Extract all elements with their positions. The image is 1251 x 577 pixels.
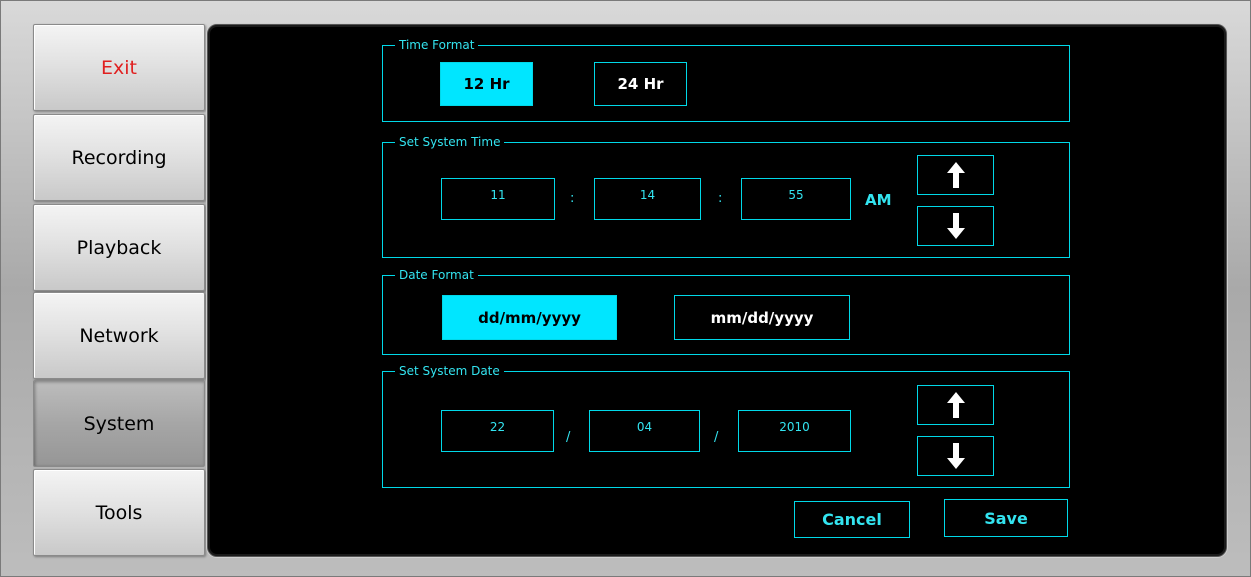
day-value: 22 [489, 420, 506, 434]
date-format-title: Date Format [382, 267, 478, 283]
arrow-up-icon [946, 162, 965, 188]
hour-value: 11 [490, 188, 506, 202]
sidebar-item-label: Exit [101, 56, 137, 79]
arrow-down-icon [946, 213, 965, 239]
time-format-12hr-option[interactable]: 12 Hr [440, 62, 533, 106]
arrow-up-icon [946, 392, 965, 418]
hour-field[interactable]: 11 [441, 178, 555, 220]
am-pm-indicator[interactable]: AM [865, 191, 892, 209]
sidebar-item-system[interactable]: System [33, 380, 205, 467]
sidebar-item-exit[interactable]: Exit [33, 24, 205, 111]
date-separator: / [714, 430, 719, 445]
system-time-title: Set System Time [381, 134, 505, 150]
sidebar-item-label: Recording [71, 146, 167, 169]
second-field[interactable]: 55 [741, 178, 851, 220]
time-format-24hr-option[interactable]: 24 Hr [594, 62, 687, 106]
sidebar-item-tools[interactable]: Tools [33, 469, 205, 556]
cancel-label: Cancel [822, 510, 882, 529]
month-field[interactable]: 04 [589, 410, 700, 452]
time-separator: : [570, 191, 575, 206]
sidebar-item-label: Tools [95, 501, 143, 524]
sidebar-item-label: Network [79, 324, 159, 347]
date-format-ddmmyyyy-option[interactable]: dd/mm/yyyy [442, 295, 617, 340]
option-label: dd/mm/yyyy [478, 308, 581, 327]
system-date-group: Set System Date 22 / 04 / 2010 [382, 363, 1070, 488]
save-button[interactable]: Save [944, 499, 1068, 537]
time-up-button[interactable] [917, 155, 994, 195]
date-separator: / [566, 430, 571, 445]
sidebar-item-playback[interactable]: Playback [33, 204, 205, 291]
cancel-button[interactable]: Cancel [794, 501, 910, 538]
settings-panel: Time Format 12 Hr 24 Hr Set System Time … [207, 24, 1227, 557]
time-format-group: Time Format 12 Hr 24 Hr [381, 37, 1070, 122]
day-field[interactable]: 22 [441, 410, 554, 452]
option-label: 12 Hr [463, 75, 510, 93]
date-down-button[interactable] [917, 436, 994, 476]
date-format-group: Date Format dd/mm/yyyy mm/dd/yyyy [382, 267, 1070, 355]
sidebar-item-network[interactable]: Network [33, 292, 205, 379]
sidebar-item-label: System [83, 412, 155, 435]
second-value: 55 [788, 188, 804, 202]
app-frame: Exit Recording Playback Network System T… [0, 0, 1251, 577]
save-label: Save [984, 508, 1028, 528]
month-value: 04 [636, 420, 653, 434]
arrow-down-icon [946, 443, 965, 469]
system-time-group: Set System Time 11 : 14 : 55 AM [381, 134, 1070, 258]
date-format-mmddyyyy-option[interactable]: mm/dd/yyyy [674, 295, 850, 340]
minute-value: 14 [639, 188, 656, 202]
sidebar-item-label: Playback [76, 236, 162, 259]
time-down-button[interactable] [917, 206, 994, 246]
option-label: mm/dd/yyyy [710, 308, 814, 327]
sidebar-item-recording[interactable]: Recording [33, 114, 205, 201]
time-separator: : [718, 191, 723, 206]
year-value: 2010 [779, 420, 810, 434]
date-up-button[interactable] [917, 385, 994, 425]
year-field[interactable]: 2010 [738, 410, 851, 452]
option-label: 24 Hr [617, 75, 664, 93]
time-format-title: Time Format [381, 37, 479, 53]
system-date-title: Set System Date [382, 363, 504, 379]
minute-field[interactable]: 14 [594, 178, 701, 220]
